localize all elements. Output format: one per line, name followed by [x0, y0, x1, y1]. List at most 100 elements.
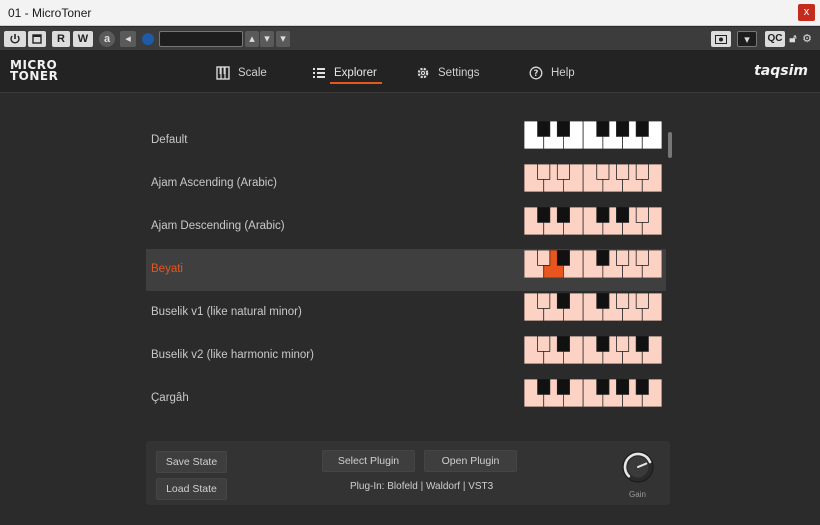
- host-toolbar: R W a ◂ ▴ ▾ ▾ ▾ QC 🔓︎ ⚙: [0, 27, 820, 51]
- black-key: [537, 207, 551, 223]
- black-key: [556, 164, 570, 180]
- black-key: [537, 379, 551, 395]
- tab-settings-label: Settings: [438, 67, 480, 79]
- preset-a-button[interactable]: a: [99, 31, 115, 47]
- camera-icon[interactable]: [711, 31, 731, 47]
- taqsim-logo: taqsim: [754, 63, 808, 79]
- black-key: [556, 336, 570, 352]
- black-key: [635, 207, 649, 223]
- tab-explorer[interactable]: Explorer: [312, 63, 377, 83]
- power-icon: [10, 34, 20, 44]
- preset-menu-icon[interactable]: ▾: [276, 31, 290, 47]
- camera-glyph: [715, 35, 727, 44]
- tab-settings[interactable]: Settings: [416, 63, 480, 83]
- black-key: [616, 293, 630, 309]
- black-key: [596, 121, 610, 137]
- load-state-button[interactable]: Load State: [156, 478, 227, 500]
- tab-help[interactable]: ? Help: [529, 63, 575, 83]
- black-key: [635, 293, 649, 309]
- piano-icon: [216, 66, 230, 80]
- gear-icon: [417, 67, 429, 79]
- black-key: [556, 293, 570, 309]
- scale-row[interactable]: Beyati: [146, 249, 666, 291]
- black-key: [635, 379, 649, 395]
- record-dot-icon: [142, 33, 154, 45]
- arrow-left-icon[interactable]: ◂: [120, 31, 136, 47]
- scale-name: Ajam Descending (Arabic): [151, 220, 285, 232]
- tab-explorer-label: Explorer: [334, 67, 377, 79]
- black-key: [556, 379, 570, 395]
- microtoner-logo: MICRO TONER: [10, 59, 59, 83]
- settings-icon[interactable]: ⚙: [800, 31, 814, 47]
- lock-icon[interactable]: 🔓︎: [787, 31, 799, 47]
- black-key: [596, 207, 610, 223]
- black-key: [635, 250, 649, 266]
- black-key: [635, 164, 649, 180]
- scale-name: Buselik v1 (like natural minor): [151, 306, 302, 318]
- scale-name: Ajam Ascending (Arabic): [151, 177, 277, 189]
- black-key: [616, 121, 630, 137]
- keyboard-diagram: [524, 379, 662, 407]
- black-key: [596, 336, 610, 352]
- tab-scale[interactable]: Scale: [216, 63, 267, 83]
- select-plugin-button[interactable]: Select Plugin: [322, 450, 415, 472]
- black-key: [537, 293, 551, 309]
- black-key: [537, 250, 551, 266]
- scale-row[interactable]: Buselik v2 (like harmonic minor): [146, 335, 666, 377]
- scale-row[interactable]: Ajam Descending (Arabic): [146, 206, 666, 248]
- power-button[interactable]: [4, 31, 26, 47]
- preset-field[interactable]: [159, 31, 243, 47]
- keyboard-diagram: [524, 336, 662, 364]
- write-automation-button[interactable]: W: [73, 31, 93, 47]
- scale-name: Çargâh: [151, 392, 189, 404]
- black-key: [596, 164, 610, 180]
- keyboard-diagram: [524, 293, 662, 321]
- quick-controls-button[interactable]: QC: [765, 31, 785, 47]
- active-tab-indicator: [330, 82, 382, 84]
- black-key: [616, 250, 630, 266]
- keyboard-diagram: [524, 121, 662, 149]
- list-icon: [313, 68, 325, 78]
- scale-name: Buselik v2 (like harmonic minor): [151, 349, 314, 361]
- close-button[interactable]: x: [798, 4, 815, 21]
- preset-up-icon[interactable]: ▴: [245, 31, 259, 47]
- black-key: [596, 379, 610, 395]
- help-icon: ?: [529, 66, 543, 80]
- black-key: [537, 164, 551, 180]
- window-title: 01 - MicroToner: [8, 6, 92, 20]
- preset-down-icon[interactable]: ▾: [260, 31, 274, 47]
- read-automation-button[interactable]: R: [52, 31, 70, 47]
- black-key: [596, 293, 610, 309]
- black-key: [616, 336, 630, 352]
- black-key: [556, 207, 570, 223]
- keyboard-diagram: [524, 207, 662, 235]
- black-key: [635, 336, 649, 352]
- black-key: [596, 250, 610, 266]
- scale-row[interactable]: Ajam Ascending (Arabic): [146, 163, 666, 205]
- keyboard-diagram: [524, 250, 662, 278]
- window-titlebar: 01 - MicroToner x: [0, 0, 820, 26]
- gain-label: Gain: [629, 490, 646, 499]
- black-key: [616, 379, 630, 395]
- scale-row[interactable]: Çargâh: [146, 378, 666, 420]
- plugin-header: MICRO TONER Scale Explorer Settings ? He…: [0, 51, 820, 93]
- scale-row[interactable]: Buselik v1 (like natural minor): [146, 292, 666, 334]
- options-dropdown-icon[interactable]: ▾: [737, 31, 757, 47]
- plugin-info: Plug-In: Blofeld | Waldorf | VST3: [350, 481, 494, 492]
- gain-knob[interactable]: [621, 450, 655, 484]
- open-plugin-button[interactable]: Open Plugin: [424, 450, 517, 472]
- tab-scale-label: Scale: [238, 67, 267, 79]
- black-key: [556, 250, 570, 266]
- scale-name: Default: [151, 134, 188, 146]
- black-key: [537, 121, 551, 137]
- svg-text:?: ?: [534, 69, 539, 79]
- tab-help-label: Help: [551, 67, 575, 79]
- bypass-button[interactable]: [28, 31, 46, 47]
- scale-row[interactable]: Default: [146, 120, 666, 162]
- logo-line-2: TONER: [10, 69, 59, 83]
- save-state-button[interactable]: Save State: [156, 451, 227, 473]
- black-key: [556, 121, 570, 137]
- scrollbar-thumb[interactable]: [668, 132, 672, 158]
- bypass-icon: [32, 34, 42, 44]
- scale-name: Beyati: [151, 263, 183, 275]
